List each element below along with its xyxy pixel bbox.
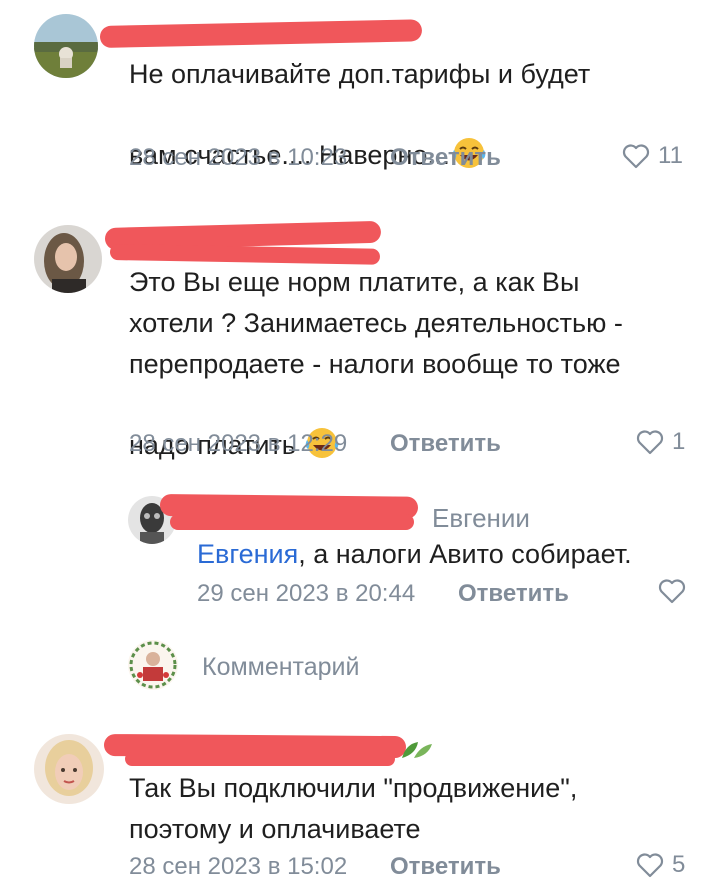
- like-button[interactable]: 11: [622, 142, 683, 170]
- comment-text: Евгения, а налоги Авито собирает.: [197, 539, 632, 569]
- avatar[interactable]: [34, 14, 98, 78]
- laughing-tears-emoji: [303, 385, 341, 472]
- redacted-author-name-2: [170, 514, 414, 530]
- redacted-author-name: [99, 19, 423, 48]
- like-button[interactable]: [658, 578, 686, 604]
- like-count: 1: [672, 428, 686, 455]
- reply-button[interactable]: Ответить: [390, 144, 501, 172]
- like-count: 5: [672, 851, 686, 878]
- reply-button[interactable]: Ответить: [390, 430, 501, 458]
- avatar[interactable]: [34, 225, 102, 293]
- avatar[interactable]: [34, 734, 104, 804]
- like-count: 11: [658, 142, 683, 169]
- reply-button[interactable]: Ответить: [390, 853, 501, 881]
- heart-icon: [658, 579, 686, 604]
- redacted-author-name-2: [125, 752, 395, 766]
- reply-button[interactable]: Ответить: [458, 580, 569, 608]
- avatar: [128, 640, 178, 690]
- comment-text: Так Вы подключили "продвижение", поэтому…: [129, 773, 578, 844]
- comment-date: 28 сен 2023 в 12:29: [129, 430, 348, 457]
- heart-icon: [636, 430, 664, 455]
- comment-input-placeholder[interactable]: Комментарий: [202, 653, 359, 682]
- reply-to-name[interactable]: Евгении: [432, 503, 530, 534]
- like-button[interactable]: 5: [636, 851, 685, 879]
- heart-icon: [622, 144, 650, 169]
- comment-date: 29 сен 2023 в 20:44: [197, 580, 416, 607]
- leaf-icon: [398, 738, 434, 767]
- like-button[interactable]: 1: [636, 428, 685, 456]
- heart-icon: [636, 853, 664, 878]
- mention-link[interactable]: Евгения: [197, 539, 298, 569]
- comment-date: 28 сен 2023 в 10:23: [129, 144, 348, 171]
- comment-date: 28 сен 2023 в 15:02: [129, 853, 348, 880]
